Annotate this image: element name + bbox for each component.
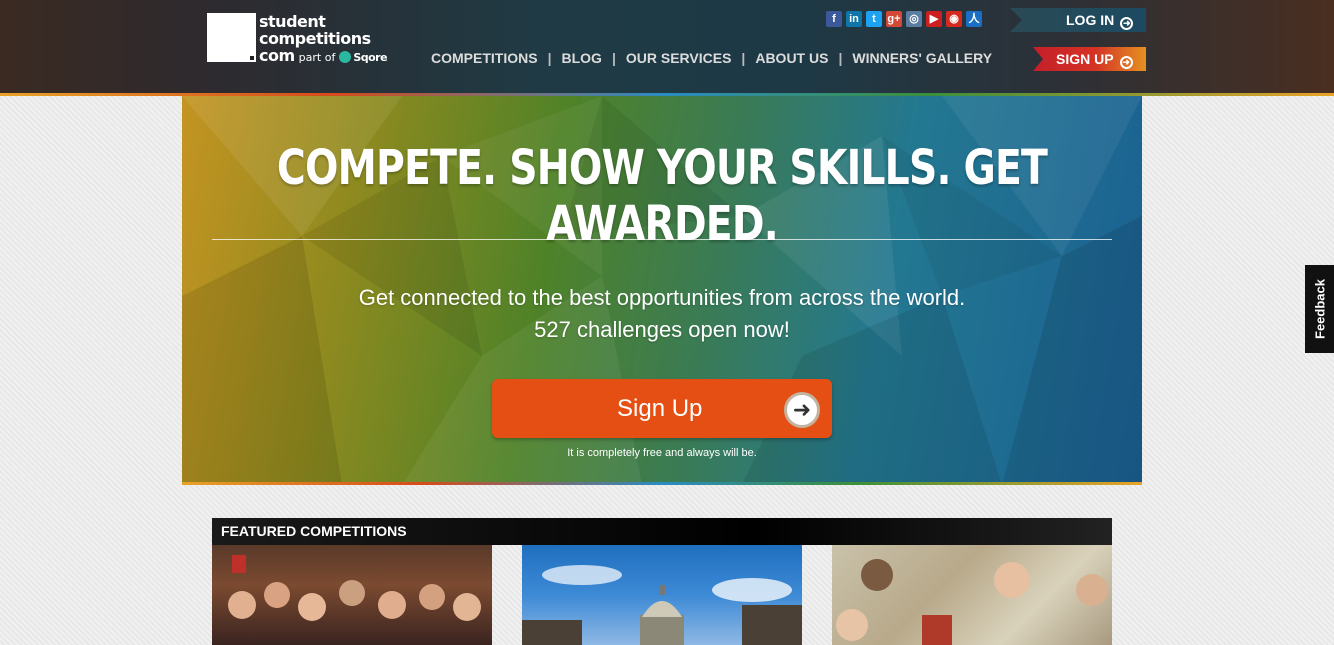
nav-competitions[interactable]: COMPETITIONS bbox=[431, 50, 538, 66]
instagram-icon[interactable]: ◎ bbox=[906, 11, 922, 27]
googleplus-icon[interactable]: g+ bbox=[886, 11, 902, 27]
facebook-icon[interactable]: f bbox=[826, 11, 842, 27]
hero-subtitle-line-1: Get connected to the best opportunities … bbox=[358, 285, 966, 310]
logo-line-1: student bbox=[259, 12, 326, 31]
hero-signup-label: Sign Up bbox=[617, 395, 703, 422]
hero-free-note: It is completely free and always will be… bbox=[567, 447, 757, 459]
sqore-label: Sqore bbox=[353, 51, 388, 64]
featured-competition-image-2[interactable] bbox=[522, 545, 802, 645]
nav-separator: | bbox=[547, 50, 552, 66]
arrow-right-icon: ➜ bbox=[784, 392, 820, 428]
featured-competition-image-3[interactable] bbox=[832, 545, 1112, 645]
social-icons: f in t g+ ◎ ▶ ◉ 人 bbox=[826, 11, 982, 27]
nav-separator: | bbox=[838, 50, 843, 66]
arrow-right-icon: ➜ bbox=[1120, 17, 1134, 30]
logo-mark[interactable] bbox=[207, 13, 256, 62]
nav-about-us[interactable]: ABOUT US bbox=[755, 50, 828, 66]
hero-banner: COMPETE. SHOW YOUR SKILLS. GET AWARDED. … bbox=[182, 96, 1142, 485]
weibo-icon[interactable]: ◉ bbox=[946, 11, 962, 27]
site-header: student competitions com part of Sqore f in… bbox=[0, 0, 1334, 96]
nav-blog[interactable]: BLOG bbox=[561, 50, 601, 66]
linkedin-icon[interactable]: in bbox=[846, 11, 862, 27]
login-button[interactable]: LOG IN ➜ bbox=[1010, 8, 1146, 32]
logo-part-of: part of bbox=[298, 51, 336, 64]
renren-icon[interactable]: 人 bbox=[966, 11, 982, 27]
hero-subtitle: Get connected to the best opportunities … bbox=[182, 282, 1142, 346]
people-photo bbox=[836, 559, 1108, 645]
main-nav: COMPETITIONS | BLOG | OUR SERVICES | ABO… bbox=[431, 50, 992, 66]
feedback-tab[interactable]: Feedback bbox=[1305, 265, 1334, 353]
nav-our-services[interactable]: OUR SERVICES bbox=[626, 50, 732, 66]
hero-title: COMPETE. SHOW YOUR SKILLS. GET AWARDED. bbox=[276, 140, 1048, 252]
crowd-photo bbox=[228, 555, 481, 621]
feedback-label: Feedback bbox=[1312, 279, 1327, 339]
building-photo bbox=[522, 565, 802, 645]
site-logo[interactable]: student competitions com part of Sqore bbox=[259, 12, 388, 66]
featured-competition-image-1[interactable] bbox=[212, 545, 492, 645]
signup-label: SIGN UP bbox=[1056, 51, 1114, 67]
logo-line-3: com bbox=[259, 46, 295, 65]
logo-line-2: competitions bbox=[259, 29, 371, 48]
twitter-icon[interactable]: t bbox=[866, 11, 882, 27]
arrow-right-icon: ➜ bbox=[1119, 56, 1133, 69]
youtube-icon[interactable]: ▶ bbox=[926, 11, 942, 27]
login-label: LOG IN bbox=[1066, 12, 1115, 28]
sqore-logo-icon bbox=[339, 50, 352, 63]
featured-heading: FEATURED COMPETITIONS bbox=[212, 518, 1112, 545]
nav-separator: | bbox=[741, 50, 746, 66]
hero-signup-button[interactable]: Sign Up ➜ bbox=[492, 379, 832, 438]
hero-challenge-count: 527 challenges open now! bbox=[534, 317, 790, 342]
signup-button[interactable]: SIGN UP ➜ bbox=[1033, 47, 1146, 71]
nav-separator: | bbox=[611, 50, 616, 66]
hero-divider bbox=[212, 239, 1112, 240]
nav-winners-gallery[interactable]: WINNERS' GALLERY bbox=[852, 50, 992, 66]
